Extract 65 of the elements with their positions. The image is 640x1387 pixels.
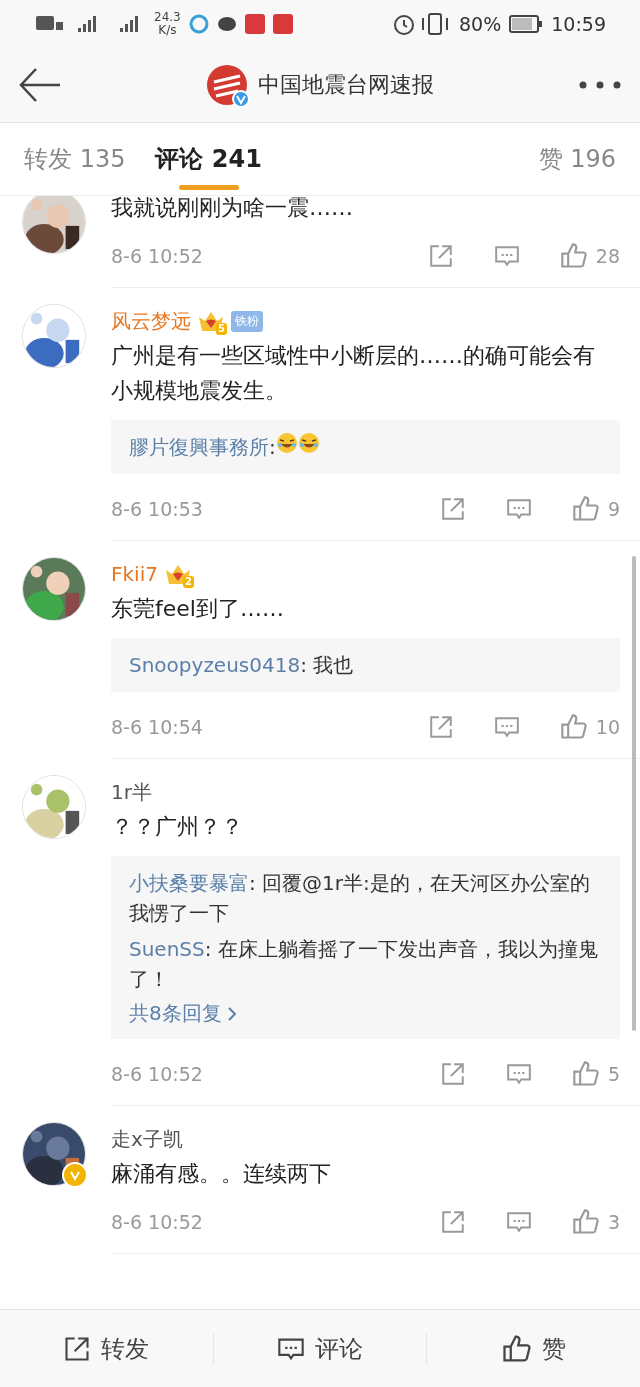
thumbs-up-icon [559,713,588,741]
comment-time: 8-6 10:52 [111,1211,204,1233]
like-button[interactable]: 10 [559,713,620,741]
alarm-vibrate-icons [393,12,451,36]
more-options-icon[interactable] [578,80,622,90]
more-replies-link[interactable]: 共8条回复 [129,1000,238,1027]
battery-percent: 80% [459,13,502,35]
action-button[interactable]: 评论 [212,1332,427,1365]
like-button[interactable]: 3 [571,1208,620,1236]
comment-time: 8-6 10:52 [111,1063,204,1085]
laughing-emoji-icon [297,432,320,454]
reply-text: 膠片復興事務所: [129,432,602,462]
earthquake-logo-icon [206,64,248,106]
comment-time: 8-6 10:53 [111,498,204,520]
comment-icon [505,496,532,522]
back-arrow-icon[interactable] [18,67,62,103]
chevron-right-icon [225,1005,238,1022]
user-name[interactable]: 走x子凯 [111,1125,183,1153]
news-app-icon [272,14,293,34]
tab-underline [178,185,239,190]
share-icon [439,1061,466,1087]
user-name[interactable]: 风云梦远 [111,307,191,335]
share-icon [439,1209,466,1235]
comment-time: 8-6 10:54 [111,716,204,738]
comment-icon [493,243,520,269]
tab[interactable]: 转发 135 [24,142,126,176]
comment-icon [505,1209,532,1235]
thumbs-up-icon [571,495,600,523]
user-name[interactable]: Fkii7 [111,562,158,586]
like-button[interactable]: 28 [559,242,620,270]
reply-text: 小扶桑要暴富: 回覆@1r半:是的，在天河区办公室的我愣了一下 [129,870,591,927]
account-title: 中国地震台网速报 [258,71,434,99]
reply-text: Snoopyzeus0418: 我也 [129,652,355,679]
ring-app-icon [188,14,209,34]
action-button[interactable]: 转发 [0,1332,213,1365]
thumbs-up-icon [571,1060,600,1088]
reply-text: SuenSS: 在床上躺着摇了一下发出声音，我以为撞鬼了！ [129,936,599,993]
comment-text: 广州是有一些区域性中小断层的……的确可能会有小规模地震发生。 [111,342,596,405]
fan-badge: 铁粉 [231,310,263,332]
share-icon [63,1334,92,1363]
comment-text: 麻涌有感。。连续两下 [111,1160,332,1188]
thumbs-up-icon [571,1208,600,1236]
comment-text: 东莞feel到了…… [111,595,285,623]
comment-time: 8-6 10:52 [111,245,204,267]
like-button[interactable]: 5 [571,1060,620,1088]
comment-icon [493,714,520,740]
like-button[interactable]: 9 [571,495,620,523]
battery-icon [509,15,544,33]
user-name[interactable]: 1r半 [111,778,152,806]
tab[interactable]: 赞 196 [538,142,616,176]
action-button[interactable]: 赞 [426,1332,640,1365]
share-icon [427,243,454,269]
share-icon [439,496,466,522]
laughing-emoji-icon [275,432,298,454]
comment-text: 我就说刚刚为啥一震…… [111,196,354,222]
comment-icon [505,1061,532,1087]
network-speed: 24.3 K/s [154,11,181,37]
news-app-icon [244,14,265,34]
comment-text: ？？广州？？ [111,813,244,841]
thumbs-up-icon [501,1333,532,1364]
tab[interactable]: 评论 241 [155,142,262,176]
share-icon [427,714,454,740]
thumbs-up-icon [559,242,588,270]
clock-time: 10:59 [551,13,606,35]
chat-app-icon [216,16,237,32]
